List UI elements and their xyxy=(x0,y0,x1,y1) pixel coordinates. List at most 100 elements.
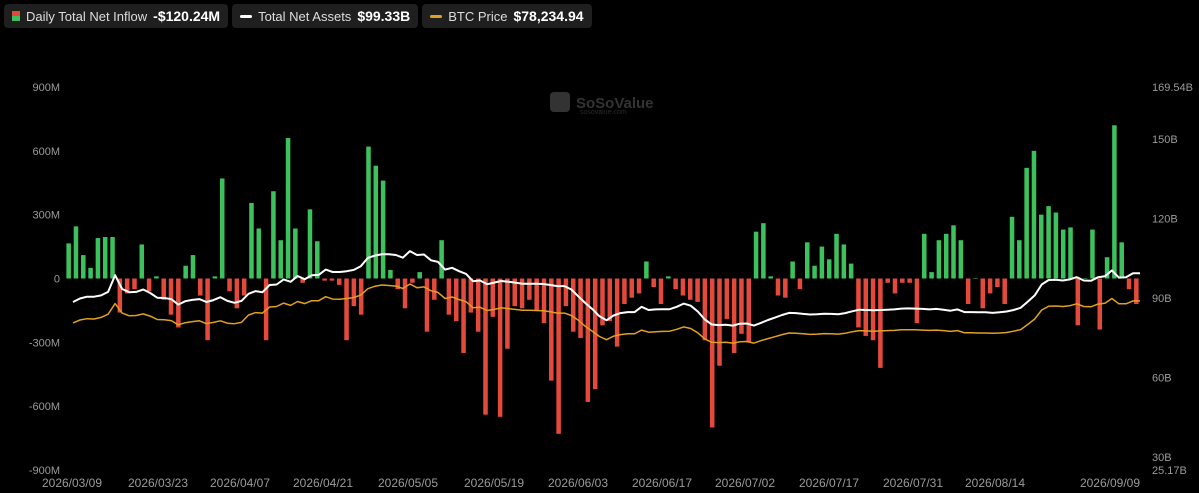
inflow-bar xyxy=(190,255,196,279)
btc-price-line xyxy=(72,283,1140,344)
y-right-tick-label: 30B xyxy=(1152,452,1172,464)
inflow-bar xyxy=(1090,229,1095,279)
y-axis-right: 169.54B 150B 120B 90B 60B 30B25.17B xyxy=(1152,82,1193,477)
inflow-bar xyxy=(336,278,342,285)
inflow-bar xyxy=(1024,167,1029,279)
inflow-bar xyxy=(497,278,503,417)
inflow-bar xyxy=(746,278,752,343)
inflow-bar xyxy=(556,278,561,434)
inflow-bar xyxy=(410,278,415,283)
watermark-url: sosovalue.com xyxy=(580,109,627,116)
inflow-bar xyxy=(958,240,964,279)
inflow-bar xyxy=(563,278,569,307)
inflow-bar xyxy=(198,278,203,296)
inflow-bar xyxy=(168,278,174,315)
inflow-bar xyxy=(344,278,349,341)
inflow-bar xyxy=(907,278,912,283)
x-tick-label: 2026/04/07 xyxy=(210,476,270,490)
y-left-tick-label: -600M xyxy=(29,401,60,413)
inflow-bar xyxy=(146,278,152,292)
inflow-bar xyxy=(315,241,320,279)
y-left-tick-label: -300M xyxy=(29,337,60,349)
inflow-bar xyxy=(102,237,108,279)
inflow-bar xyxy=(66,243,71,279)
y-right-tick-label: 150B xyxy=(1152,134,1178,146)
inflow-bar xyxy=(161,278,166,300)
x-axis: 2026/03/09 2026/03/23 2026/04/07 2026/04/21… xyxy=(42,476,1140,490)
inflow-bar xyxy=(1017,240,1022,279)
inflow-bar xyxy=(256,228,262,279)
watermark: SoSoValue sosovalue.com xyxy=(550,92,654,116)
inflow-bar xyxy=(629,278,635,298)
inflow-bar xyxy=(1068,227,1073,279)
inflow-bar xyxy=(739,278,744,334)
y-right-tick-label: 90B xyxy=(1152,293,1172,305)
inflow-bar xyxy=(322,278,327,281)
inflow-bar xyxy=(1039,214,1044,279)
x-tick-label: 2026/07/31 xyxy=(883,476,943,490)
inflow-bar xyxy=(980,278,986,309)
y-right-tick-label: 169.54B xyxy=(1152,82,1193,94)
inflow-bar xyxy=(110,237,115,279)
inflow-bar xyxy=(951,225,956,279)
inflow-bar xyxy=(724,278,730,319)
inflow-bar xyxy=(578,278,583,339)
inflow-bar xyxy=(856,278,861,328)
inflow-bar xyxy=(797,278,803,290)
inflow-bar xyxy=(307,209,313,279)
inflow-bar xyxy=(826,259,832,279)
inflow-bar xyxy=(402,278,408,309)
x-tick-label: 2026/03/09 xyxy=(42,476,102,490)
inflow-bar xyxy=(1046,206,1051,279)
inflow-bars xyxy=(66,125,1139,434)
inflow-bar xyxy=(154,276,159,279)
inflow-bar xyxy=(271,191,276,279)
inflow-bar xyxy=(358,278,364,315)
inflow-bar xyxy=(658,278,664,305)
y-left-tick-label: 600M xyxy=(32,146,60,158)
inflow-bar xyxy=(241,278,247,296)
inflow-bar xyxy=(943,233,949,279)
inflow-bar xyxy=(585,278,591,402)
x-tick-label: 2026/06/03 xyxy=(548,476,608,490)
inflow-bar xyxy=(212,276,218,279)
inflow-bar xyxy=(432,278,437,300)
inflow-bar xyxy=(380,180,386,279)
inflow-bar xyxy=(812,265,817,279)
inflow-bar xyxy=(1060,229,1066,279)
inflow-bar xyxy=(819,246,825,279)
inflow-bar xyxy=(848,263,854,279)
inflow-bar xyxy=(1126,278,1132,290)
inflow-bar xyxy=(717,278,722,366)
inflow-bar xyxy=(139,244,145,279)
series-lines xyxy=(72,250,1140,344)
inflow-bar xyxy=(475,278,481,332)
inflow-bar xyxy=(388,269,393,279)
inflow-bar xyxy=(417,272,422,279)
y-axis-left: 900M600M300M0-300M-600M-900M xyxy=(29,82,60,477)
inflow-bar xyxy=(570,278,576,332)
inflow-bar xyxy=(636,278,642,294)
inflow-bar xyxy=(790,261,795,279)
inflow-bar xyxy=(731,278,737,353)
y-right-tick-label: 60B xyxy=(1152,373,1172,385)
inflow-bar xyxy=(687,278,693,300)
x-tick-label: 2026/07/02 xyxy=(715,476,775,490)
inflow-bar xyxy=(695,278,700,302)
sosovalue-logo-icon xyxy=(550,92,570,112)
inflow-bar xyxy=(329,278,335,281)
inflow-bar xyxy=(351,278,357,307)
inflow-bar xyxy=(88,267,93,279)
inflow-bar xyxy=(783,278,788,298)
inflow-chart[interactable]: SoSoValue sosovalue.com 900M 600M 300M 0 -30… xyxy=(0,0,1199,493)
x-tick-label: 2026/06/17 xyxy=(632,476,692,490)
inflow-bar xyxy=(249,202,254,279)
inflow-bar xyxy=(892,278,898,294)
inflow-bar xyxy=(936,240,942,279)
inflow-bar xyxy=(622,278,627,305)
y-left-tick-label: 300M xyxy=(32,210,60,222)
inflow-bar xyxy=(709,278,715,428)
x-tick-label: 2026/05/19 xyxy=(464,476,524,490)
inflow-bar xyxy=(965,278,971,305)
total-net-assets-line xyxy=(72,250,1140,327)
